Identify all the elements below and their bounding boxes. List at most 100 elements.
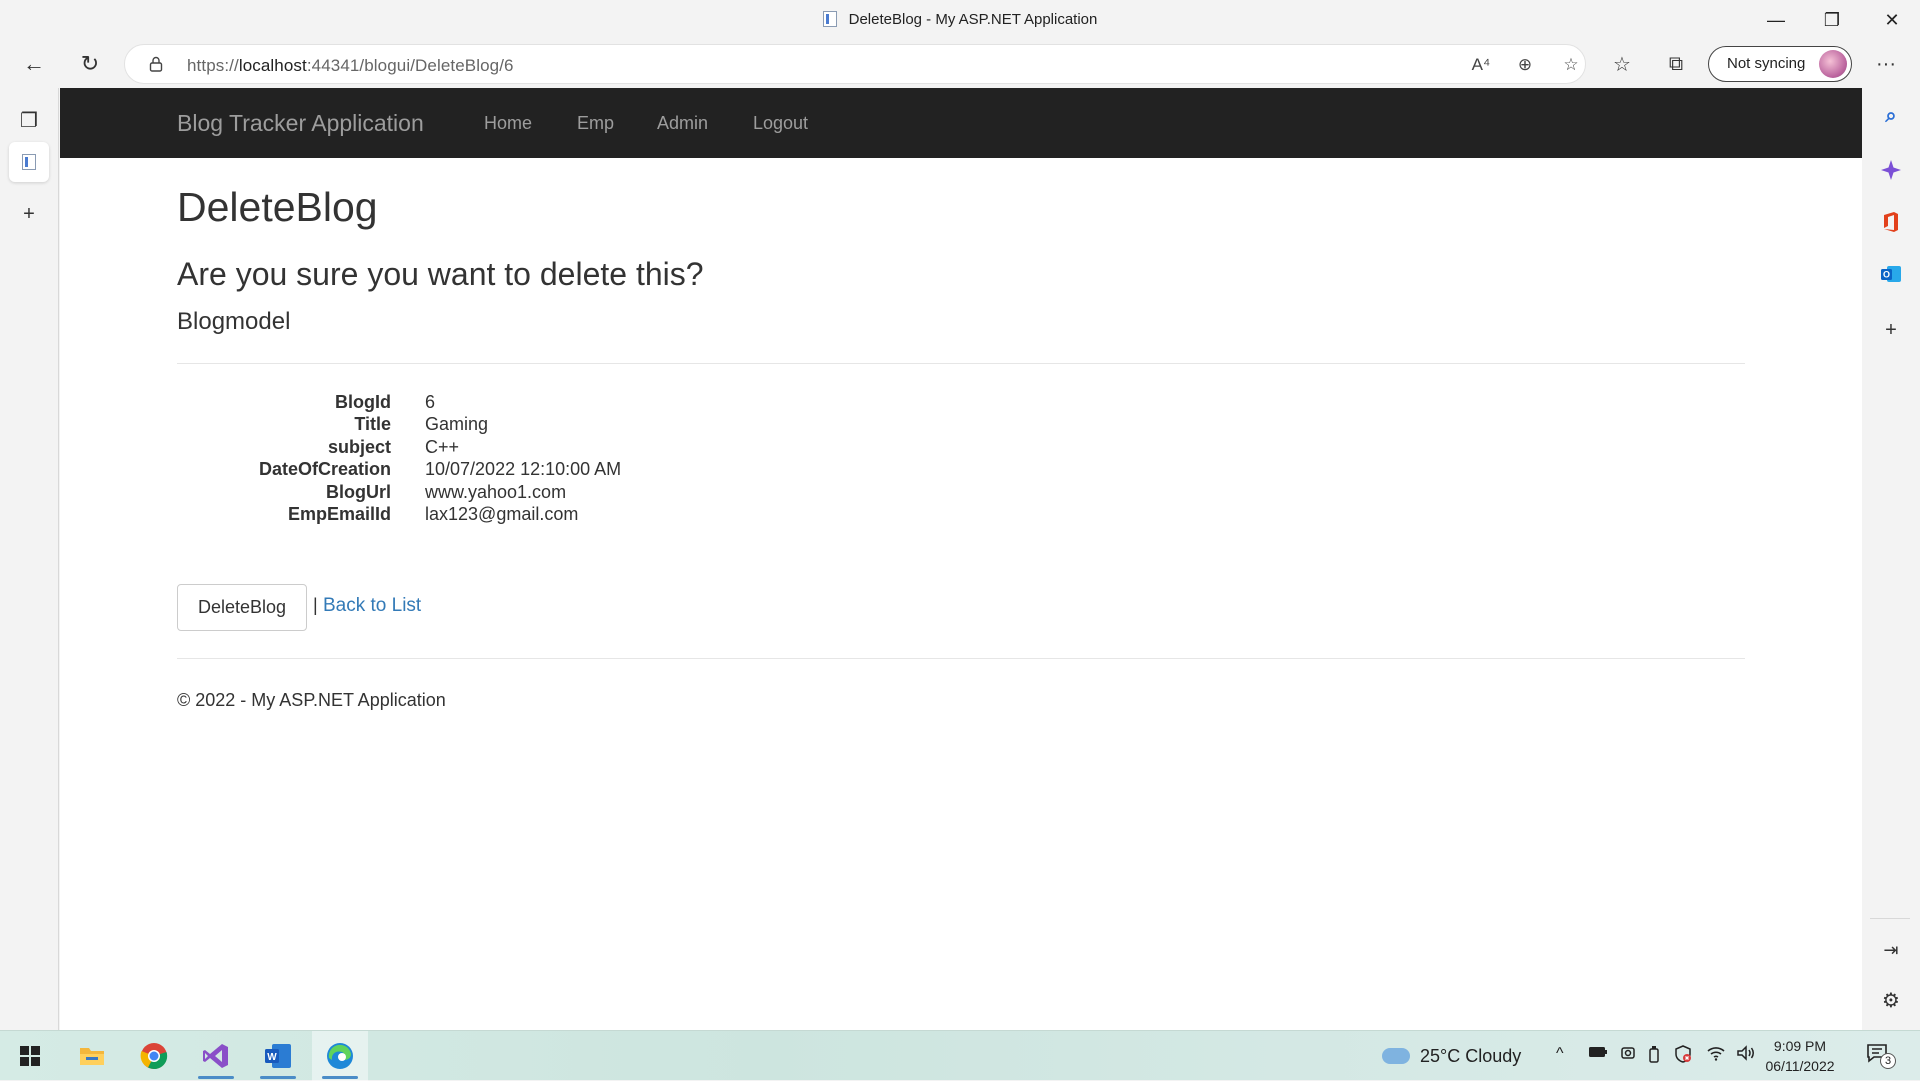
windows-logo-icon (20, 1046, 40, 1066)
window-title: DeleteBlog - My ASP.NET Application (0, 11, 1920, 28)
detail-value: lax123@gmail.com (425, 504, 579, 524)
address-bar[interactable]: https://localhost:44341/blogui/DeleteBlo… (124, 44, 1586, 84)
favorites-icon[interactable]: ☆ (1604, 48, 1640, 80)
wifi-shape (1707, 1047, 1725, 1061)
delete-confirmation-heading: Are you sure you want to delete this? (177, 256, 704, 292)
sidebar-divider (1870, 918, 1910, 919)
usb-shape (1649, 1046, 1659, 1063)
show-hidden-icons-chevron-icon[interactable]: ^ (1556, 1045, 1564, 1063)
detail-label: subject (327, 437, 391, 457)
url-scheme: https:// (187, 56, 239, 75)
url-host: localhost (238, 56, 307, 75)
notification-count-badge: 3 (1880, 1053, 1896, 1069)
clock-date: 06/11/2022 (1765, 1058, 1835, 1074)
detail-label: EmpEmailId (287, 504, 391, 524)
url-text[interactable]: https://localhost:44341/blogui/DeleteBlo… (187, 56, 514, 76)
close-window-button[interactable]: ✕ (1864, 0, 1920, 40)
office-logo-icon (1884, 212, 1898, 232)
nav-emp-link[interactable]: Emp (577, 113, 614, 134)
copilot-icon[interactable] (1875, 154, 1907, 186)
lock-icon[interactable] (149, 56, 163, 72)
page-title: DeleteBlog (177, 184, 378, 230)
link-separator: | (313, 595, 318, 615)
security-alert-icon[interactable] (1674, 1045, 1692, 1068)
tab-actions-icon[interactable]: ❐ (9, 100, 49, 140)
detail-value: www.yahoo1.com (425, 482, 567, 502)
file-explorer-app[interactable] (64, 1031, 120, 1081)
page-viewport: Blog Tracker Application Home Emp Admin … (60, 88, 1862, 1030)
word-app[interactable]: W (250, 1031, 306, 1081)
footer-divider (177, 658, 1745, 659)
divider (177, 363, 1745, 364)
outlook-logo-icon: O (1881, 266, 1901, 282)
svg-text:O: O (1883, 270, 1890, 280)
minimize-button[interactable]: — (1748, 0, 1804, 40)
volume-icon[interactable] (1736, 1045, 1756, 1066)
new-tab-icon[interactable]: + (9, 194, 49, 234)
clock-time: 9:09 PM (1773, 1038, 1827, 1054)
window-title-bar: DeleteBlog - My ASP.NET Application — ❐ … (0, 0, 1920, 40)
chrome-app[interactable] (126, 1031, 182, 1081)
footer-copyright: © 2022 - My ASP.NET Application (177, 690, 446, 710)
outlook-icon[interactable]: O (1875, 258, 1907, 290)
wifi-icon[interactable] (1706, 1045, 1726, 1066)
weather-text: 25°C Cloudy (1420, 1046, 1522, 1066)
detail-row-empemailid: EmpEmailId lax123@gmail.com (177, 504, 777, 532)
window-title-text: DeleteBlog - My ASP.NET Application (848, 11, 1098, 28)
nav-home-link[interactable]: Home (484, 113, 532, 134)
collections-icon[interactable]: ⧉ (1658, 48, 1694, 80)
refresh-button[interactable]: ↻ (70, 44, 110, 84)
weather-widget[interactable]: 25°C Cloudy (1382, 1046, 1521, 1067)
active-tab-icon[interactable] (9, 142, 49, 182)
model-name-heading: Blogmodel (177, 308, 291, 335)
search-icon[interactable]: ⌕ (1875, 100, 1907, 132)
word-logo-icon: W (265, 1044, 291, 1068)
battery-icon[interactable] (1588, 1045, 1608, 1063)
camera-icon (1621, 1047, 1635, 1059)
shield-icon (1675, 1045, 1691, 1063)
edge-app[interactable] (312, 1031, 368, 1081)
add-sidebar-app-icon[interactable]: + (1875, 314, 1907, 346)
back-to-list-link[interactable]: Back to List (323, 595, 421, 617)
system-clock[interactable]: 9:09 PM 06/11/2022 (1760, 1036, 1840, 1076)
read-aloud-icon[interactable]: A⁴ (1467, 53, 1495, 77)
folder-icon (80, 1048, 104, 1065)
detail-label: BlogUrl (326, 482, 391, 502)
office-icon[interactable] (1875, 206, 1907, 238)
delete-blog-button[interactable]: DeleteBlog (177, 584, 307, 631)
sparkle-icon (1881, 160, 1901, 180)
speaker-shape (1737, 1045, 1754, 1061)
chrome-logo-icon (140, 1043, 168, 1070)
add-favorite-icon[interactable]: ☆ (1557, 53, 1585, 77)
visual-studio-app[interactable] (188, 1031, 244, 1081)
nav-admin-link[interactable]: Admin (657, 113, 708, 134)
battery-shape (1589, 1047, 1607, 1057)
notification-center-button[interactable]: 3 (1866, 1043, 1896, 1069)
profile-avatar (1819, 50, 1847, 78)
usb-device-icon[interactable] (1648, 1045, 1660, 1068)
hide-sidebar-icon[interactable]: ⇥ (1875, 934, 1907, 966)
meet-now-icon[interactable] (1620, 1045, 1636, 1066)
detail-label: Title (354, 414, 391, 434)
zoom-icon[interactable]: ⊕ (1511, 53, 1539, 77)
sync-status-label: Not syncing (1727, 55, 1806, 72)
more-options-icon[interactable]: ··· (1868, 48, 1904, 80)
vertical-tabs-strip: ❐ + (0, 88, 59, 1030)
browser-toolbar: ← ↻ https://localhost:44341/blogui/Delet… (0, 40, 1920, 88)
brand-link[interactable]: Blog Tracker Application (177, 110, 424, 137)
start-button[interactable] (2, 1031, 58, 1081)
sidebar-settings-icon[interactable]: ⚙ (1875, 984, 1907, 1016)
restore-button[interactable]: ❐ (1804, 0, 1860, 40)
page-favicon-icon (22, 154, 36, 170)
profile-sync-button[interactable]: Not syncing (1708, 46, 1852, 82)
edge-sidebar: ⌕ O + ⇥ ⚙ (1862, 88, 1920, 1030)
windows-taskbar: W 25°C Cloudy ^ 9:09 PM 06/11/2022 3 (0, 1030, 1920, 1081)
back-button[interactable]: ← (14, 44, 54, 84)
cloud-icon (1382, 1048, 1410, 1064)
detail-value: 10/07/2022 12:10:00 AM (425, 459, 622, 479)
url-path: :44341/blogui/DeleteBlog/6 (306, 56, 514, 75)
detail-value: C++ (425, 437, 460, 457)
detail-value: Gaming (425, 414, 489, 434)
detail-value: 6 (425, 392, 436, 412)
nav-logout-link[interactable]: Logout (753, 113, 808, 134)
